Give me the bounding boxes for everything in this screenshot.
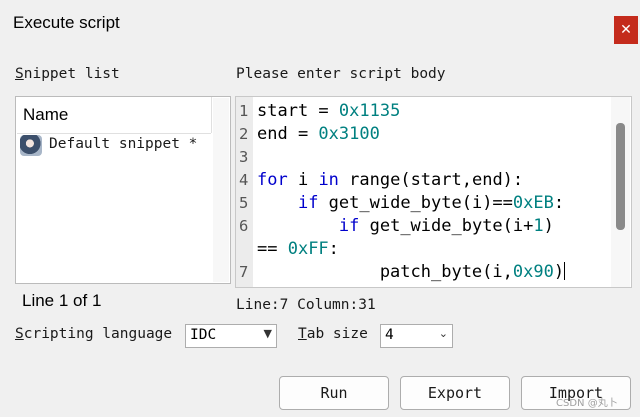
chevron-down-icon: ▼ — [263, 327, 272, 340]
cursor-position: Line:7 Column:31 — [236, 297, 376, 313]
avatar-icon — [20, 135, 42, 156]
code-line: start = 0x1135 — [257, 101, 401, 121]
code-line: for i in range(start,end): — [257, 170, 524, 190]
text-caret — [564, 262, 566, 280]
line-number-gutter: 1 2 3 4 5 6 7 — [236, 97, 253, 287]
code-line: if get_wide_byte(i)==0xEB: — [297, 193, 565, 213]
code-line: if get_wide_byte(i+1) — [338, 216, 554, 236]
list-item[interactable]: Default snippet * — [17, 135, 211, 157]
snippet-line-status: Line 1 of 1 — [22, 291, 102, 310]
snippet-name: Default snippet * — [49, 136, 198, 152]
scripting-language-value: IDC — [190, 327, 217, 343]
script-editor[interactable]: 1 2 3 4 5 6 7 start = 0x1135 end = 0x310… — [235, 96, 632, 288]
line-number: 2 — [239, 125, 249, 143]
tab-size-label: Tab size — [298, 326, 368, 342]
snippet-list-scrollbar[interactable] — [213, 98, 229, 282]
header-separator — [17, 133, 211, 134]
editor-scrollbar[interactable] — [611, 97, 630, 287]
snippet-list[interactable]: Name Default snippet * — [15, 96, 231, 284]
line-number: 5 — [239, 194, 249, 212]
column-position: Column:31 — [297, 297, 376, 313]
code-line-wrap: == 0xFF: — [257, 239, 339, 259]
title-bar[interactable]: Execute script ✕ — [0, 0, 640, 48]
line-number: 3 — [239, 148, 249, 166]
tab-size-value: 4 — [385, 327, 394, 343]
header-divider — [211, 97, 212, 133]
chevron-down-icon: ⌄ — [438, 327, 448, 340]
script-body-label: Please enter script body — [236, 66, 446, 82]
close-button[interactable]: ✕ — [614, 16, 638, 44]
code-line: patch_byte(i,0x90) — [257, 262, 566, 282]
watermark: CSDN @丸卜 — [556, 398, 618, 409]
tab-size-select[interactable]: 4 ⌄ — [380, 324, 453, 348]
line-position: Line:7 — [236, 297, 289, 313]
export-button[interactable]: Export — [400, 376, 510, 410]
scripting-language-label: Scripting language — [15, 326, 173, 342]
line-number: 7 — [239, 263, 249, 281]
code-line: end = 0x3100 — [257, 124, 380, 144]
window-title: Execute script — [13, 13, 120, 32]
scripting-language-select[interactable]: IDC ▼ — [185, 324, 277, 348]
snippet-list-label: Snippet list — [15, 66, 120, 82]
line-number: 6 — [239, 217, 249, 235]
line-number: 4 — [239, 171, 249, 189]
line-number: 1 — [239, 102, 249, 120]
column-header-name[interactable]: Name — [23, 105, 68, 125]
run-button[interactable]: Run — [279, 376, 389, 410]
scrollbar-thumb[interactable] — [616, 123, 625, 230]
